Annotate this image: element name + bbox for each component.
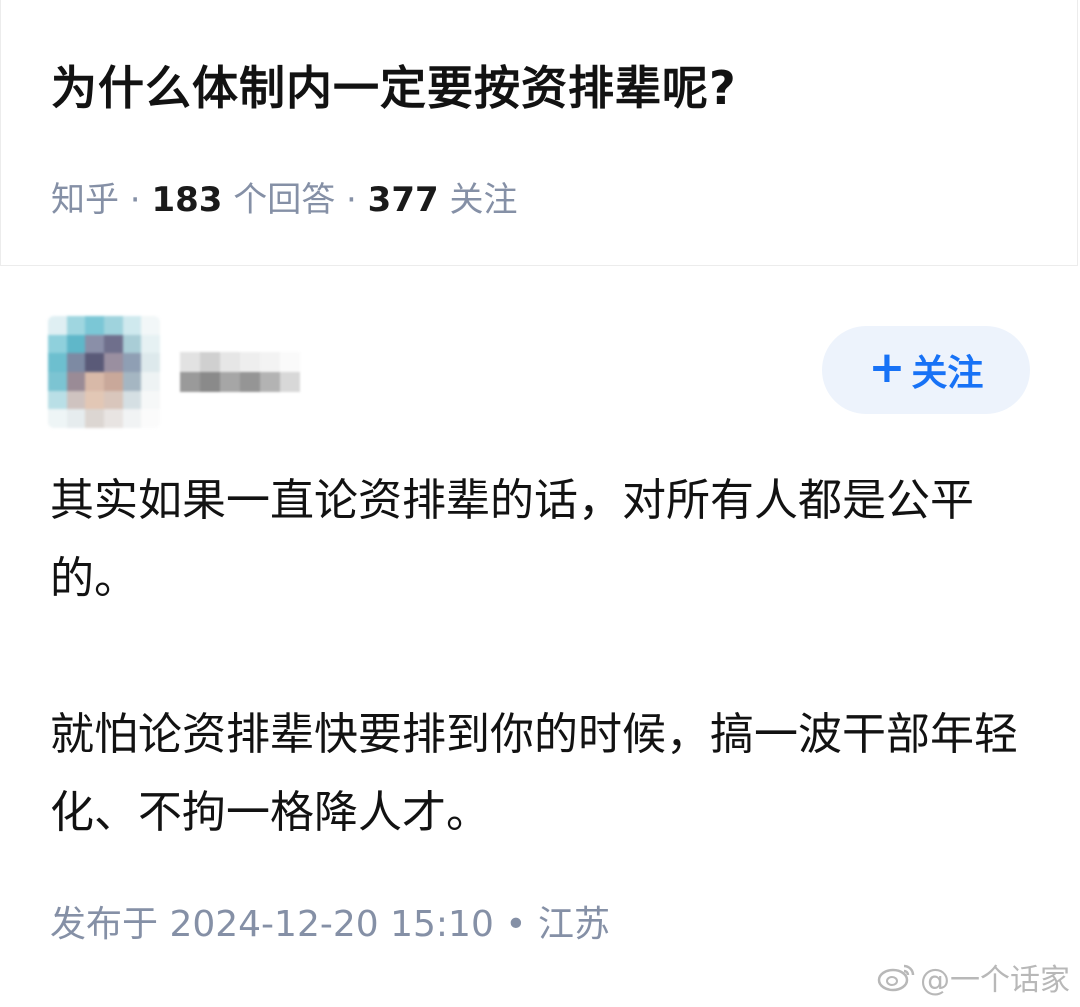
- follow-button[interactable]: + 关注: [822, 326, 1030, 414]
- meta-separator: ·: [119, 180, 152, 220]
- follow-count: 377: [367, 180, 439, 220]
- weibo-icon: [877, 964, 915, 992]
- answer-body[interactable]: 其实如果一直论资排辈的话，对所有人都是公平的。 就怕论资排辈快要排到你的时候，搞…: [50, 462, 1030, 930]
- answer-paragraph: 就怕论资排辈快要排到你的时候，搞一波干部年轻化、不拘一格降人才。: [50, 709, 1018, 838]
- watermark-text: @一个话家: [920, 963, 1070, 998]
- answer-count-label: 个回答: [222, 180, 336, 220]
- zhihu-answer-page: 为什么体制内一定要按资排辈呢? 知乎 · 183 个回答 · 377 关注 + …: [0, 0, 1080, 1007]
- source-label: 知乎: [51, 180, 119, 220]
- answer-author[interactable]: [48, 316, 748, 428]
- publish-info: 发布于 2024-12-20 15:10 • 江苏: [50, 904, 610, 945]
- watermark: @一个话家: [876, 955, 1070, 999]
- question-title[interactable]: 为什么体制内一定要按资排辈呢?: [51, 52, 737, 118]
- meta-separator: ·: [335, 180, 368, 220]
- follow-button-label: 关注: [911, 353, 984, 394]
- answer-paragraph: 其实如果一直论资排辈的话，对所有人都是公平的。: [50, 475, 974, 604]
- question-card[interactable]: 为什么体制内一定要按资排辈呢? 知乎 · 183 个回答 · 377 关注: [0, 0, 1078, 266]
- follow-count-label: 关注: [438, 180, 518, 220]
- answer-count: 183: [151, 180, 223, 220]
- author-name[interactable]: [180, 352, 300, 392]
- avatar[interactable]: [48, 316, 160, 428]
- plus-icon: +: [868, 342, 906, 393]
- question-meta: 知乎 · 183 个回答 · 377 关注: [51, 172, 517, 221]
